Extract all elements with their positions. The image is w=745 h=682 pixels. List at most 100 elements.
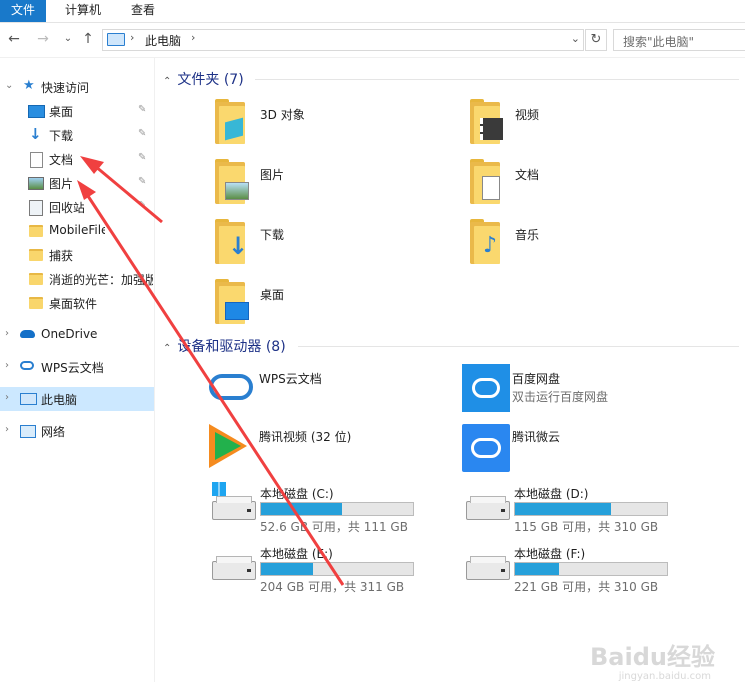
sidebar-item-mobilefile[interactable]: MobileFile: [0, 219, 154, 243]
navigation-pane[interactable]: ⌄ ★ 快速访问 桌面 ✎ ↓ 下载 ✎ 文档 ✎ 图片 ✎ 回收站 ✎ Mob…: [0, 58, 155, 682]
drive-name: 本地磁盘 (C:): [260, 487, 334, 501]
drive-name: 本地磁盘 (F:): [514, 547, 586, 561]
desktop-icon: [28, 105, 45, 118]
cloud-icon: [20, 330, 35, 338]
tab-computer[interactable]: 计算机: [65, 0, 101, 22]
sidebar-item-this-pc[interactable]: › 此电脑: [0, 387, 154, 411]
folder-pictures[interactable]: 图片: [215, 158, 455, 214]
folder-icon: ↓: [215, 219, 248, 264]
pin-icon[interactable]: ✎: [138, 104, 146, 115]
folder-icon: [29, 297, 43, 309]
up-button[interactable]: ↑: [80, 31, 96, 47]
sidebar-item-label: 回收站: [49, 201, 84, 215]
device-tencent-weiyun[interactable]: 腾讯微云: [460, 422, 710, 476]
folder-label: 音乐: [515, 228, 540, 242]
chevron-right-icon[interactable]: ›: [5, 360, 9, 371]
drive-c[interactable]: 本地磁盘 (C:) 52.6 GB 可用，共 111 GB: [210, 482, 460, 536]
sidebar-item-label: 桌面软件: [49, 297, 98, 311]
sidebar-item-label: 网络: [41, 425, 66, 439]
chevron-right-icon[interactable]: ›: [5, 328, 9, 339]
group-title: 文件夹 (7): [177, 72, 244, 88]
sidebar-item-network[interactable]: › 网络: [0, 419, 154, 443]
folder-3d-objects[interactable]: 3D 对象: [215, 98, 455, 154]
recent-locations-button[interactable]: ⌄: [60, 31, 76, 47]
folder-downloads[interactable]: ↓ 下载: [215, 218, 455, 274]
sidebar-item-wps-cloud[interactable]: › WPS云文档: [0, 355, 154, 379]
computer-icon: [20, 393, 37, 405]
sidebar-item-onedrive[interactable]: › OneDrive: [0, 323, 154, 347]
sidebar-item-downloads[interactable]: ↓ 下载 ✎: [0, 123, 154, 147]
chevron-down-icon[interactable]: ⌄: [5, 80, 13, 91]
folder-desktop[interactable]: 桌面: [215, 278, 455, 334]
refresh-button[interactable]: ↻: [585, 29, 607, 51]
address-row: ← → ⌄ ↑ › 此电脑 › ⌄ ↻ 搜索"此电脑": [0, 23, 745, 58]
back-button[interactable]: ←: [6, 31, 22, 47]
chevron-right-icon[interactable]: ›: [5, 424, 9, 435]
hard-drive-icon: [212, 556, 256, 580]
breadcrumb-separator[interactable]: ›: [130, 31, 134, 44]
device-tencent-video[interactable]: 腾讯视频 (32 位): [207, 422, 457, 476]
baidu-netdisk-icon: [462, 364, 510, 412]
drive-e[interactable]: 本地磁盘 (E:) 204 GB 可用，共 311 GB: [210, 542, 460, 596]
breadcrumb-separator[interactable]: ›: [191, 31, 195, 44]
watermark-logo: Baidu经验: [590, 643, 715, 671]
folder-label: 图片: [260, 168, 285, 182]
folder-icon: [470, 159, 500, 204]
forward-button[interactable]: →: [35, 31, 51, 47]
watermark-url: jingyan.baidu.com: [618, 671, 711, 682]
sidebar-item-recycle-bin[interactable]: 回收站 ✎: [0, 195, 154, 219]
group-header-folders[interactable]: ⌃ 文件夹 (7): [163, 69, 244, 89]
sidebar-item-quick-access[interactable]: ⌄ ★ 快速访问: [0, 75, 154, 99]
weiyun-cloud-icon: [462, 424, 510, 472]
device-baidu-netdisk[interactable]: 百度网盘 双击运行百度网盘: [460, 364, 710, 418]
sidebar-item-capture[interactable]: 捕获: [0, 243, 154, 267]
folder-documents[interactable]: 文档: [470, 158, 710, 214]
sidebar-item-label: 图片: [49, 177, 74, 191]
group-header-devices[interactable]: ⌃ 设备和驱动器 (8): [163, 336, 286, 356]
drive-f[interactable]: 本地磁盘 (F:) 221 GB 可用，共 310 GB: [464, 542, 714, 596]
sidebar-item-desktop[interactable]: 桌面 ✎: [0, 99, 154, 123]
device-name: 腾讯微云: [512, 430, 561, 444]
recycle-bin-icon: [29, 200, 43, 216]
drive-usage-fill: [261, 503, 342, 515]
device-name: 腾讯视频 (32 位): [259, 430, 352, 444]
drive-free-space: 204 GB 可用，共 311 GB: [260, 580, 405, 594]
device-name: 百度网盘: [512, 372, 561, 386]
document-icon: [482, 176, 500, 200]
drive-d[interactable]: 本地磁盘 (D:) 115 GB 可用，共 310 GB: [464, 482, 714, 536]
folder-icon: [470, 99, 503, 144]
group-title: 设备和驱动器 (8): [177, 339, 286, 355]
folder-music[interactable]: ♪ 音乐: [470, 218, 710, 274]
chevron-down-icon[interactable]: ⌃: [163, 343, 171, 354]
search-input[interactable]: 搜索"此电脑": [613, 29, 745, 51]
pin-icon[interactable]: ✎: [138, 200, 146, 211]
pin-icon[interactable]: ✎: [138, 176, 146, 187]
breadcrumb[interactable]: 此电脑: [145, 32, 181, 49]
chevron-down-icon[interactable]: ⌃: [163, 76, 171, 87]
drive-name: 本地磁盘 (D:): [514, 487, 589, 501]
device-wps-cloud[interactable]: WPS云文档: [207, 364, 457, 418]
tab-file[interactable]: 文件: [0, 0, 46, 22]
folder-videos[interactable]: 视频: [470, 98, 710, 154]
chevron-right-icon[interactable]: ›: [5, 392, 9, 403]
tab-view[interactable]: 查看: [131, 0, 155, 22]
sidebar-item-label: OneDrive: [41, 327, 98, 341]
pin-icon[interactable]: ✎: [138, 128, 146, 139]
folder-label: 视频: [515, 108, 540, 122]
sidebar-item-pictures[interactable]: 图片 ✎: [0, 171, 154, 195]
address-bar[interactable]: › 此电脑 › ⌄: [102, 29, 584, 51]
search-placeholder: 搜索"此电脑": [623, 35, 695, 49]
drive-free-space: 52.6 GB 可用，共 111 GB: [260, 520, 408, 534]
sidebar-item-desktop-software[interactable]: 桌面软件: [0, 291, 154, 315]
content-pane[interactable]: ⌃ 文件夹 (7) 3D 对象 视频 图片 文档 ↓ 下载 ♪ 音乐 桌面 ⌃ …: [155, 58, 745, 682]
folder-icon: [29, 273, 43, 285]
sidebar-item-label: 文档: [49, 153, 74, 167]
sidebar-item-label: 此电脑: [41, 393, 78, 407]
address-dropdown-button[interactable]: ⌄: [571, 32, 580, 45]
sidebar-item-dying-light[interactable]: 消逝的光芒：加强版: [0, 267, 154, 291]
sidebar-item-documents[interactable]: 文档 ✎: [0, 147, 154, 171]
sidebar-item-label: 消逝的光芒：加强版: [49, 273, 153, 287]
picture-icon: [28, 177, 44, 190]
pin-icon[interactable]: ✎: [138, 152, 146, 163]
hard-drive-icon: [212, 482, 256, 520]
